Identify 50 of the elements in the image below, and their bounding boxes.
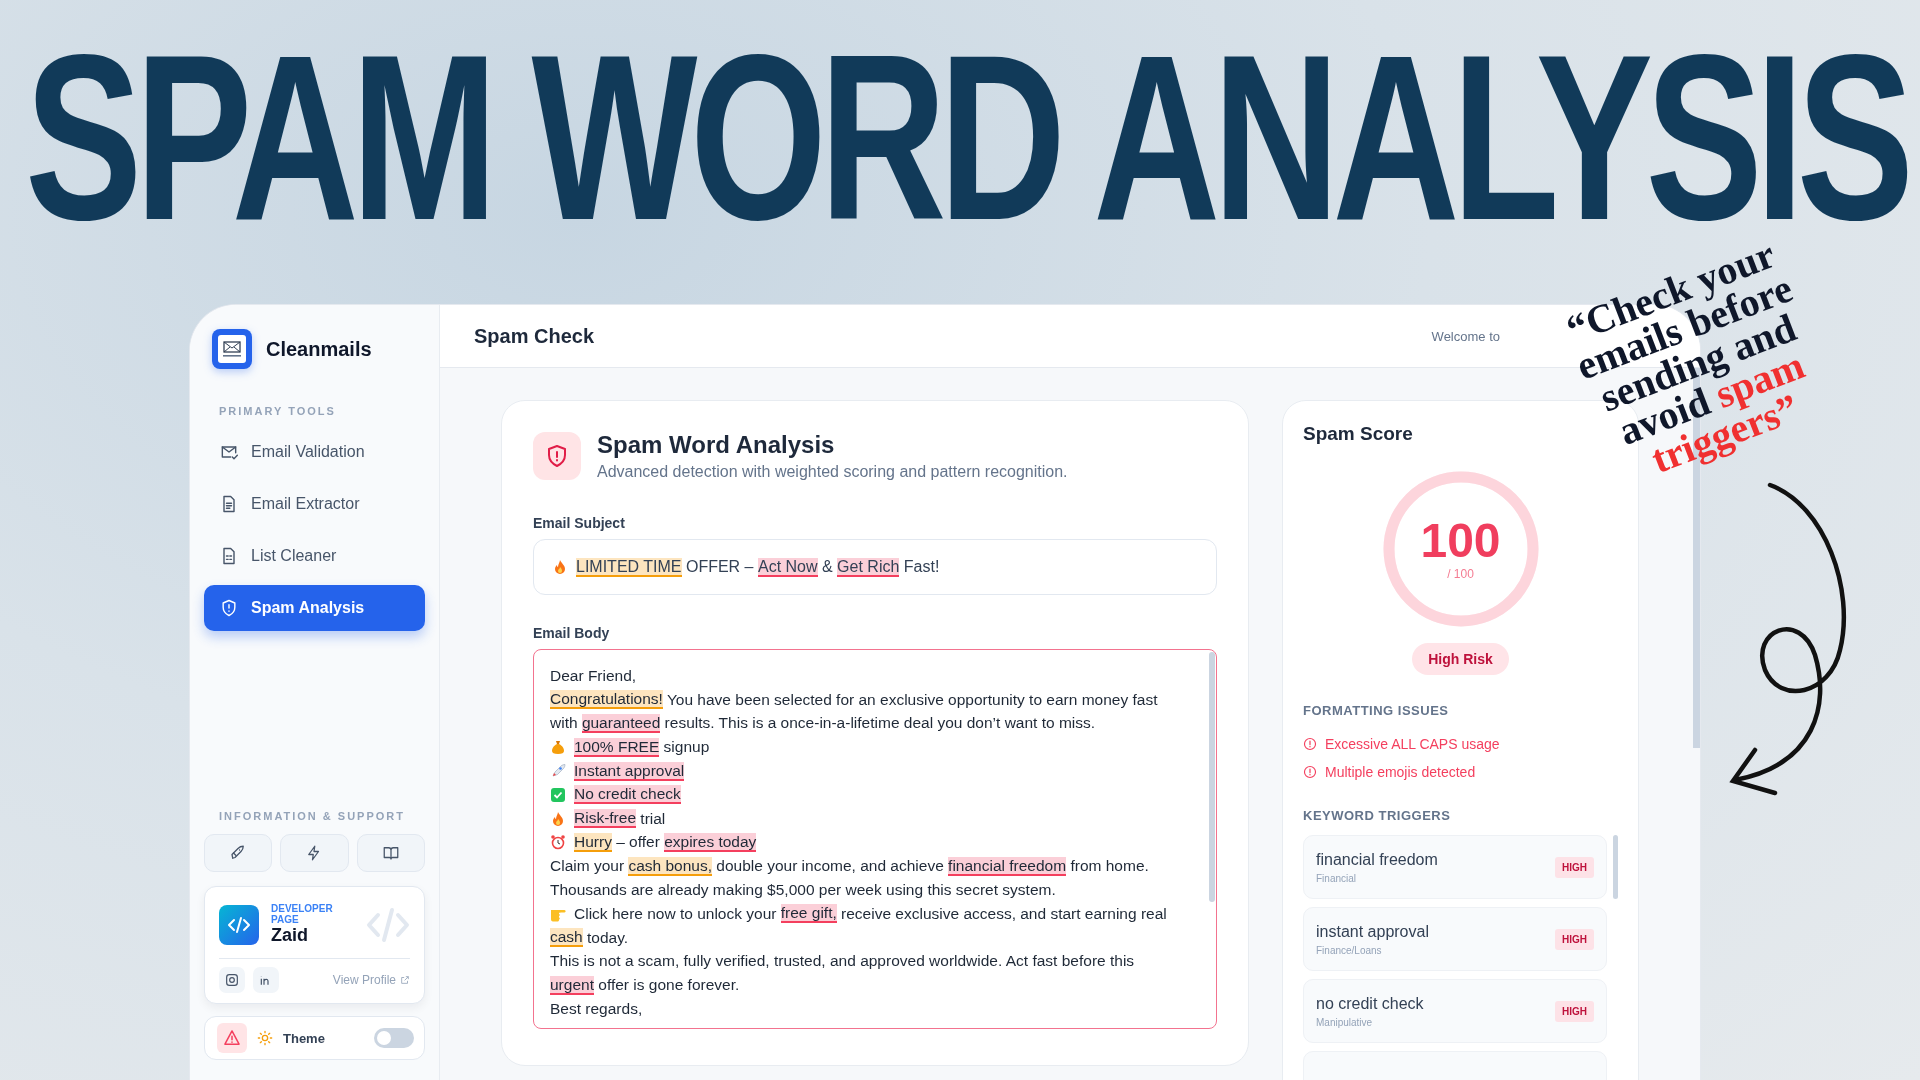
body-line: Dear Friend, [550, 665, 638, 686]
severity-badge: HIGH [1555, 1000, 1594, 1022]
section-heading: PRIMARY TOOLS [218, 405, 337, 417]
nav-item[interactable]: Email Extractor [204, 481, 425, 527]
developer-label: DEVELOPER PAGE [271, 903, 334, 925]
body-line: with guaranteed results. This is a once-in-a-lifetime deal you don’t want to miss. [550, 712, 1097, 735]
card-title: Spam Score [1303, 423, 1414, 445]
trigger-keyword: financial freedom [1316, 850, 1438, 869]
card-subtitle: Advanced detection with weighted scoring and pattern recognition. [597, 463, 1068, 481]
trigger-keyword: no credit check [1316, 994, 1424, 1013]
subject-field[interactable]: LIMITED TIME OFFER – Act Now & Get Rich Fast! [533, 539, 1217, 595]
severity-badge: HIGH [1555, 856, 1594, 878]
body-line: Instant approval [550, 759, 1200, 783]
score-value: 100 [1420, 517, 1501, 565]
trigger-category: Manipulative [1316, 1016, 1374, 1028]
body-line: No credit check [550, 783, 1200, 807]
score-max: / 100 [1447, 567, 1474, 581]
section-heading: KEYWORD TRIGGERS [1303, 808, 1452, 823]
body-line: Click here now to unlock your free gift, receive exclusive access, and start earning real [550, 901, 1200, 926]
trigger-category: Finance/Loans [1316, 944, 1383, 956]
body-line: 100% FREE signup [550, 735, 1200, 760]
headline: SPAM WORD ANALYSIS [25, 36, 1907, 239]
field-label: Email Body [533, 625, 611, 641]
card-title: Spam Word Analysis [597, 431, 836, 459]
nav-item[interactable]: Email Validation [204, 429, 425, 475]
field-label: Email Subject [533, 515, 626, 531]
nav-item[interactable]: List Cleaner [204, 533, 425, 579]
risk-badge: High Risk [1412, 643, 1509, 675]
section-heading: INFORMATION & SUPPORT [218, 810, 406, 822]
body-line: Congratulations! You have been selected for an exclusive opportunity to earn money fast [550, 689, 1159, 712]
body-line: urgent offer is gone forever. [550, 974, 741, 997]
body-line: Hurry – offer expires today [550, 830, 1200, 855]
body-line: Thousands are already making $5,000 per week using this secret system. [550, 880, 1057, 901]
theme-label: Theme [283, 1030, 325, 1046]
brand-name: Cleanmails [266, 337, 372, 361]
developer-name: Zaid [271, 925, 309, 946]
body-line: Best regards, [550, 999, 644, 1020]
section-heading: FORMATTING ISSUES [1303, 703, 1450, 718]
welcome-text: Welcome to [1431, 328, 1500, 344]
trigger-category: Financial [1316, 872, 1358, 884]
issue-text: Excessive ALL CAPS usage [1325, 736, 1500, 752]
page-title: Spam Check [474, 324, 595, 348]
body-line: cash today. [550, 927, 630, 950]
body-line: Claim your cash bonus, double your income, and achieve financial freedom from home. [550, 855, 1150, 878]
severity-badge: HIGH [1555, 928, 1594, 950]
body-line: This is not a scam, fully verified, trusted, and approved worldwide. Act fast before this [550, 951, 1136, 972]
trigger-keyword: instant approval [1316, 922, 1429, 941]
body-line: Risk-free trial [550, 806, 1200, 831]
nav-item[interactable]: Spam Analysis [204, 585, 425, 631]
issue-text: Multiple emojis detected [1325, 764, 1476, 780]
